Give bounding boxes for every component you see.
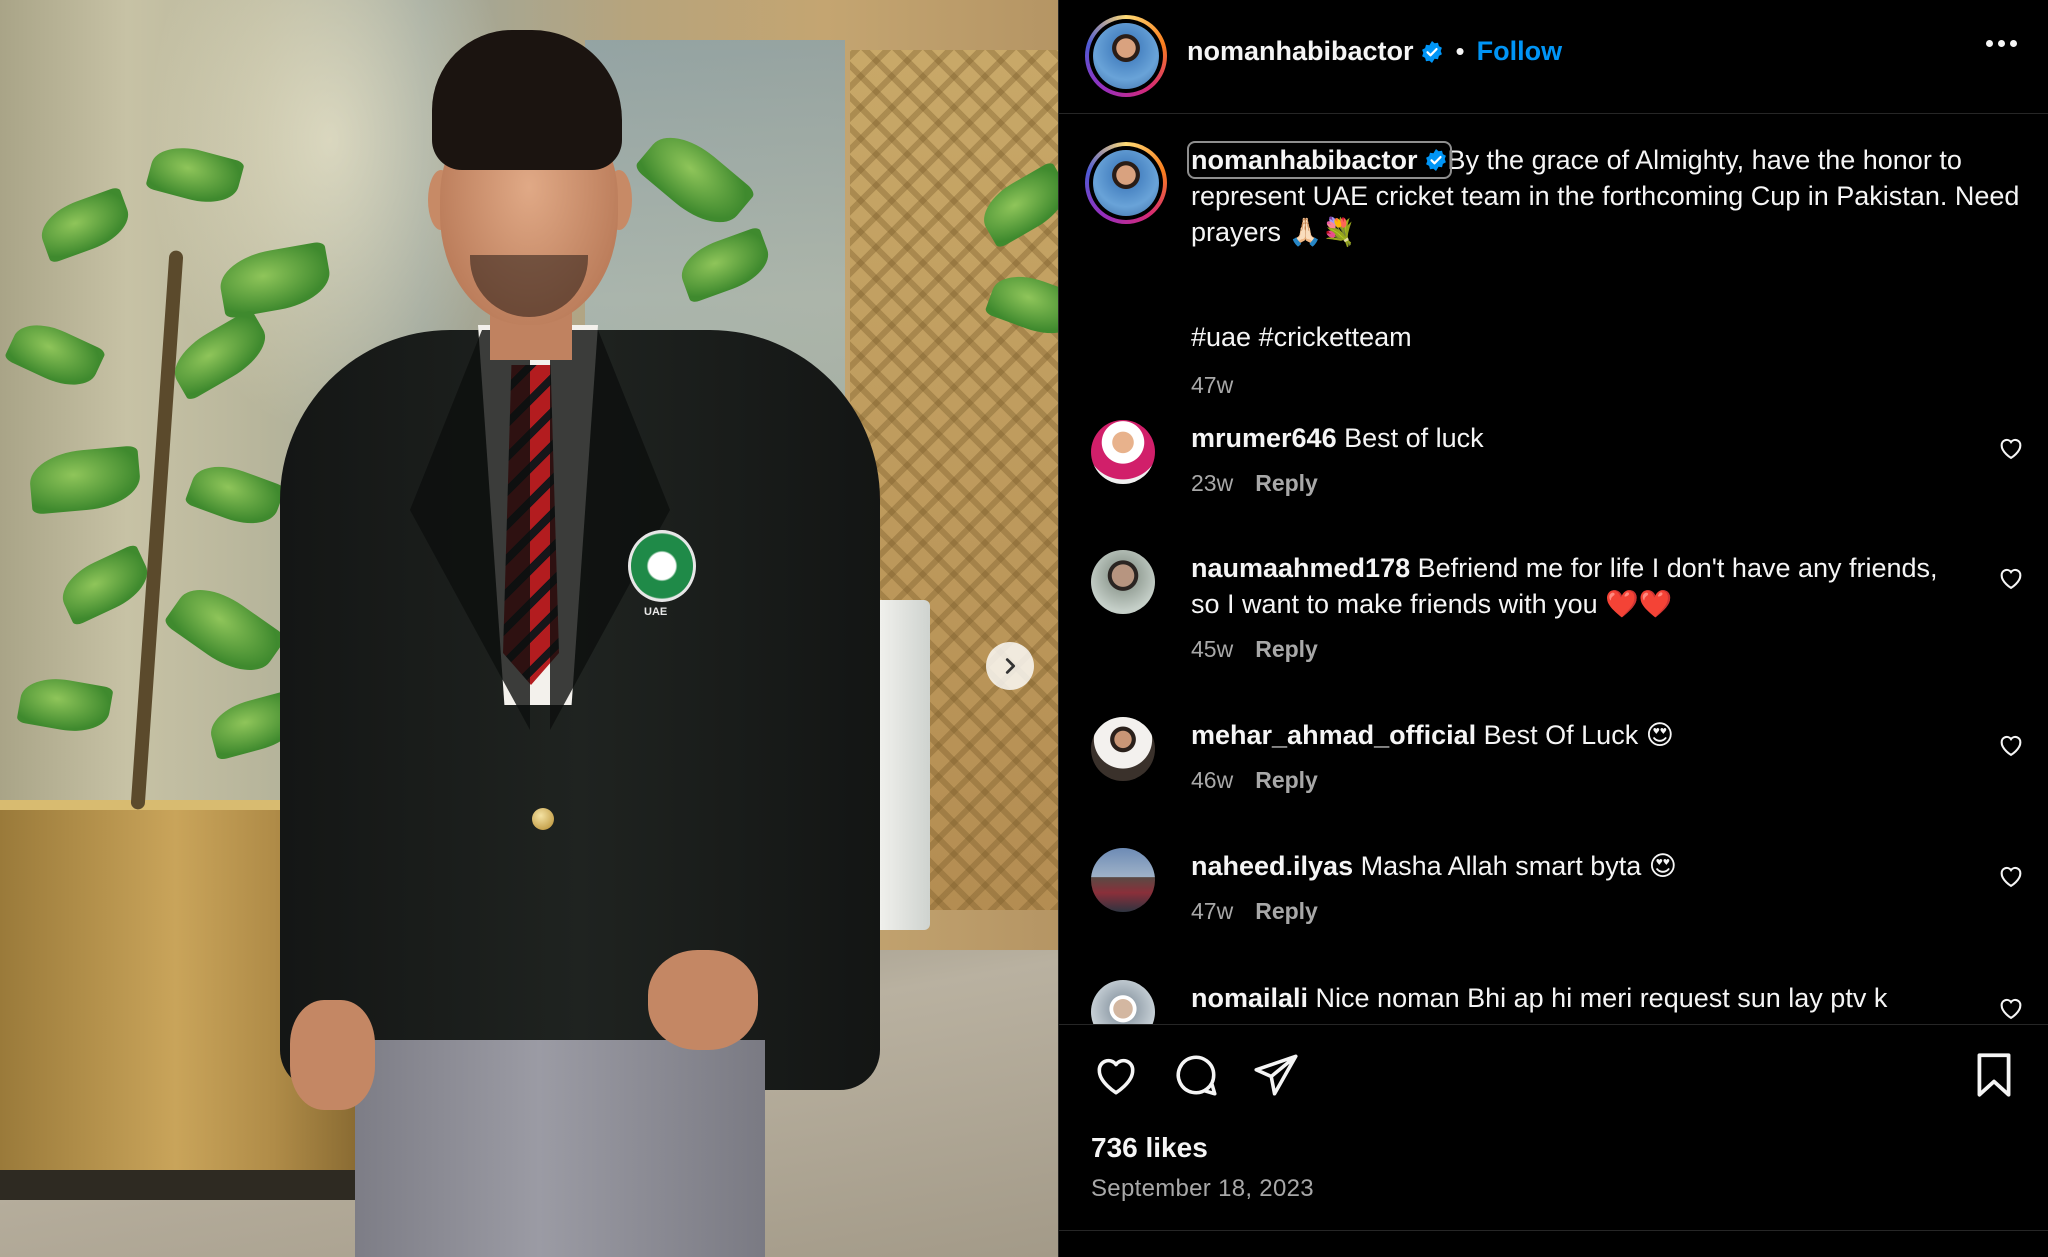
follow-button[interactable]: Follow [1477,36,1562,67]
caption-avatar[interactable] [1085,142,1167,224]
comment-meta: 45w Reply [1191,636,1318,663]
likes-count[interactable]: 736 likes [1091,1132,1208,1164]
post-photo[interactable]: UAE [0,0,1058,1257]
share-icon[interactable] [1251,1050,1301,1100]
bookmark-icon[interactable] [1969,1050,2019,1100]
post-header: nomanhabibactor • Follow [1059,0,2048,114]
comment-text: mrumer646 Best of luck [1191,420,1951,456]
commenter-avatar[interactable] [1091,848,1155,912]
author-username[interactable]: nomanhabibactor [1187,36,1414,67]
plant-leaf [184,456,286,534]
person-hand [290,1000,375,1110]
next-photo-button[interactable] [986,642,1034,690]
plant-leaf [215,240,335,320]
plant-leaf [3,313,107,397]
plant-leaf [27,445,143,515]
commenter-username[interactable]: naumaahmed178 [1191,553,1410,583]
caption-time: 47w [1191,372,1234,398]
comment-meta: 47w Reply [1191,898,1318,925]
comment-body: Best Of Luck 😍 [1483,720,1674,750]
comment-time: 45w [1191,636,1234,662]
plant-leaf [145,139,245,211]
comment-text: nomailali Nice noman Bhi ap hi meri requ… [1191,980,1951,1016]
caption-text-block: nomanhabibactor By the grace of Almighty,… [1187,141,2021,250]
commenter-avatar[interactable] [1091,550,1155,614]
chevron-right-icon [1005,658,1016,674]
commenter-username[interactable]: mrumer646 [1191,423,1337,453]
heart-icon[interactable] [1997,994,2025,1022]
reply-button[interactable]: Reply [1255,636,1318,662]
post-panel: nomanhabibactor • Follow nomanhabibactor… [1058,0,2048,1257]
comment-time: 23w [1191,470,1234,496]
comment-text: naheed.ilyas Masha Allah smart byta 😍 [1191,848,1951,884]
person-hand [648,950,758,1050]
person-pants [355,1040,765,1257]
divider [1059,1230,2048,1231]
commenter-username[interactable]: nomailali [1191,983,1308,1013]
separator-dot: • [1455,36,1465,66]
post-actions: 736 likes September 18, 2023 [1059,1024,2048,1257]
comment-body: Best of luck [1344,423,1484,453]
comment-body: Masha Allah smart byta 😍 [1360,851,1677,881]
heart-icon[interactable] [1091,1050,1141,1100]
plant-stem [130,250,184,810]
commenter-username[interactable]: mehar_ahmad_official [1191,720,1476,750]
post-date: September 18, 2023 [1091,1175,1314,1202]
reply-button[interactable]: Reply [1255,767,1318,793]
comment-icon[interactable] [1171,1050,1221,1100]
caption-hashtags[interactable]: #uae #cricketteam [1191,322,1412,353]
verified-icon [1420,40,1444,64]
comments-list[interactable]: nomanhabibactor By the grace of Almighty,… [1059,114,2048,1024]
plant-leaf [162,573,288,687]
plant-leaf [34,186,136,264]
plant-leaf [53,543,157,627]
more-options-icon[interactable] [1986,40,2017,47]
commenter-avatar[interactable] [1091,717,1155,781]
heart-icon[interactable] [1997,731,2025,759]
commenter-avatar[interactable] [1091,980,1155,1024]
badge-text: UAE [644,606,668,618]
plant-leaf [16,672,114,738]
comment-time: 47w [1191,898,1234,924]
commenter-username[interactable]: naheed.ilyas [1191,851,1353,881]
comment-text: naumaahmed178 Befriend me for life I don… [1191,550,1951,622]
reply-button[interactable]: Reply [1255,898,1318,924]
heart-icon[interactable] [1997,564,2025,592]
author-avatar[interactable] [1085,15,1167,97]
caption-username[interactable]: nomanhabibactor [1187,141,1452,179]
comment-time: 46w [1191,767,1234,793]
blazer-button [532,808,554,830]
planter-base [0,1170,390,1200]
reply-button[interactable]: Reply [1255,470,1318,496]
plant-leaf [164,308,276,402]
heart-icon[interactable] [1997,434,2025,462]
commenter-avatar[interactable] [1091,420,1155,484]
comment-meta: 46w Reply [1191,767,1318,794]
comment-meta: 23w Reply [1191,470,1318,497]
comment-body: Nice noman Bhi ap hi meri request sun la… [1315,983,1888,1013]
blazer-badge [628,530,696,602]
comment-text: mehar_ahmad_official Best Of Luck 😍 [1191,717,1951,753]
heart-icon[interactable] [1997,862,2025,890]
verified-icon [1424,148,1448,172]
